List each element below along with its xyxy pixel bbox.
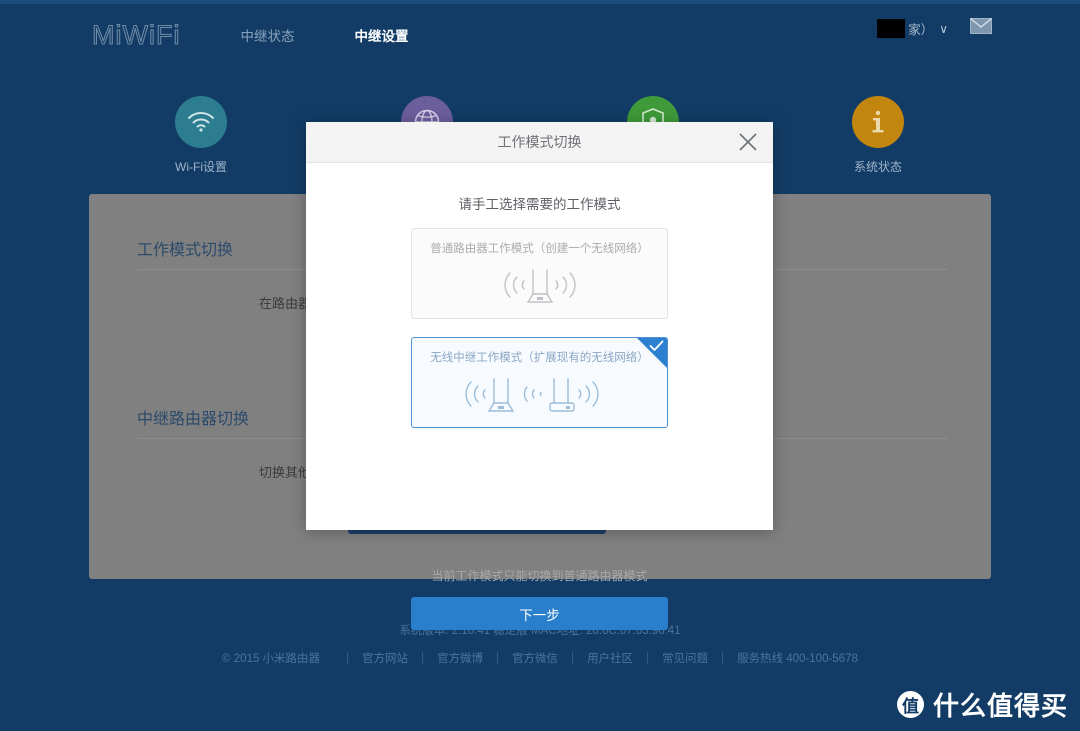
mode-option-router-label: 普通路由器工作模式（创建一个无线网络）	[430, 243, 649, 255]
mode-option-repeater[interactable]: 无线中继工作模式（扩展现有的无线网络）	[411, 337, 668, 428]
chevron-down-icon: ∨	[939, 21, 948, 36]
footer-separator-4: |	[571, 652, 575, 664]
header-right: 家） ∨	[877, 17, 992, 39]
user-name-label: 家）	[908, 23, 934, 37]
wifi-icon	[175, 96, 227, 148]
dialog-title: 工作模式切换	[497, 134, 582, 150]
footer-link-faq[interactable]: 常见问题	[662, 650, 708, 666]
quick-system-status[interactable]: 系统状态	[823, 96, 933, 175]
work-mode-dialog: 工作模式切换 请手工选择需要的工作模式 普通路由器工作模式（创建一个无线网络）	[306, 122, 773, 630]
watermark-badge-icon: 值	[896, 691, 924, 718]
watermark-text: 什么值得买	[932, 691, 1068, 721]
miwifi-logo[interactable]: MiWiFi	[91, 19, 180, 51]
mode-option-router[interactable]: 普通路由器工作模式（创建一个无线网络）	[411, 228, 668, 319]
footer-separator-3: |	[496, 652, 500, 664]
footer-link-wechat[interactable]: 官方微信	[512, 650, 558, 666]
quick-label-wifi: Wi-Fi设置	[175, 160, 227, 174]
footer-separator-5: |	[646, 652, 650, 664]
footer-links: © 2015 小米路由器 | 官方网站 | 官方微博 | 官方微信 | 用户社区…	[0, 650, 1080, 666]
router-single-icon	[412, 262, 667, 308]
footer-separator-6: |	[721, 652, 725, 664]
footer-link-community[interactable]: 用户社区	[587, 650, 633, 666]
footer-link-website[interactable]: 官方网站	[362, 650, 408, 666]
close-icon[interactable]	[737, 131, 759, 153]
footer-link-weibo[interactable]: 官方微博	[437, 650, 483, 666]
footer-separator-1: |	[346, 652, 350, 664]
main-nav: 中继状态 中继设置	[240, 25, 408, 45]
section-title-mode-switch: 工作模式切换	[137, 242, 234, 259]
quick-wifi-settings[interactable]: Wi-Fi设置	[146, 96, 256, 175]
nav-item-relay-settings[interactable]: 中继设置	[354, 25, 408, 45]
nav-item-relay-status[interactable]: 中继状态	[240, 25, 294, 45]
check-icon	[649, 340, 664, 354]
quick-label-system: 系统状态	[853, 160, 902, 174]
footer-copyright: © 2015 小米路由器	[222, 653, 321, 665]
router-repeater-icon	[412, 371, 667, 417]
dialog-hint: 当前工作模式只能切换到普通路由器模式	[431, 569, 648, 583]
mode-option-repeater-label: 无线中继工作模式（扩展现有的无线网络）	[430, 352, 649, 364]
dialog-subtitle: 请手工选择需要的工作模式	[458, 197, 621, 212]
footer-separator-2: |	[421, 652, 425, 664]
site-header: MiWiFi 中继状态 中继设置 家） ∨	[0, 4, 1080, 66]
mail-icon[interactable]	[970, 17, 992, 39]
next-step-button[interactable]: 下一步	[411, 597, 668, 630]
user-menu[interactable]: 家） ∨	[877, 19, 948, 38]
watermark: 值 什么值得买	[896, 686, 1068, 723]
redacted-username	[877, 19, 906, 38]
footer-hotline: 服务热线 400-100-5678	[737, 653, 858, 665]
section-title-relay-switch: 中继路由器切换	[137, 411, 250, 428]
info-icon	[852, 96, 904, 148]
dialog-header: 工作模式切换	[306, 122, 773, 163]
